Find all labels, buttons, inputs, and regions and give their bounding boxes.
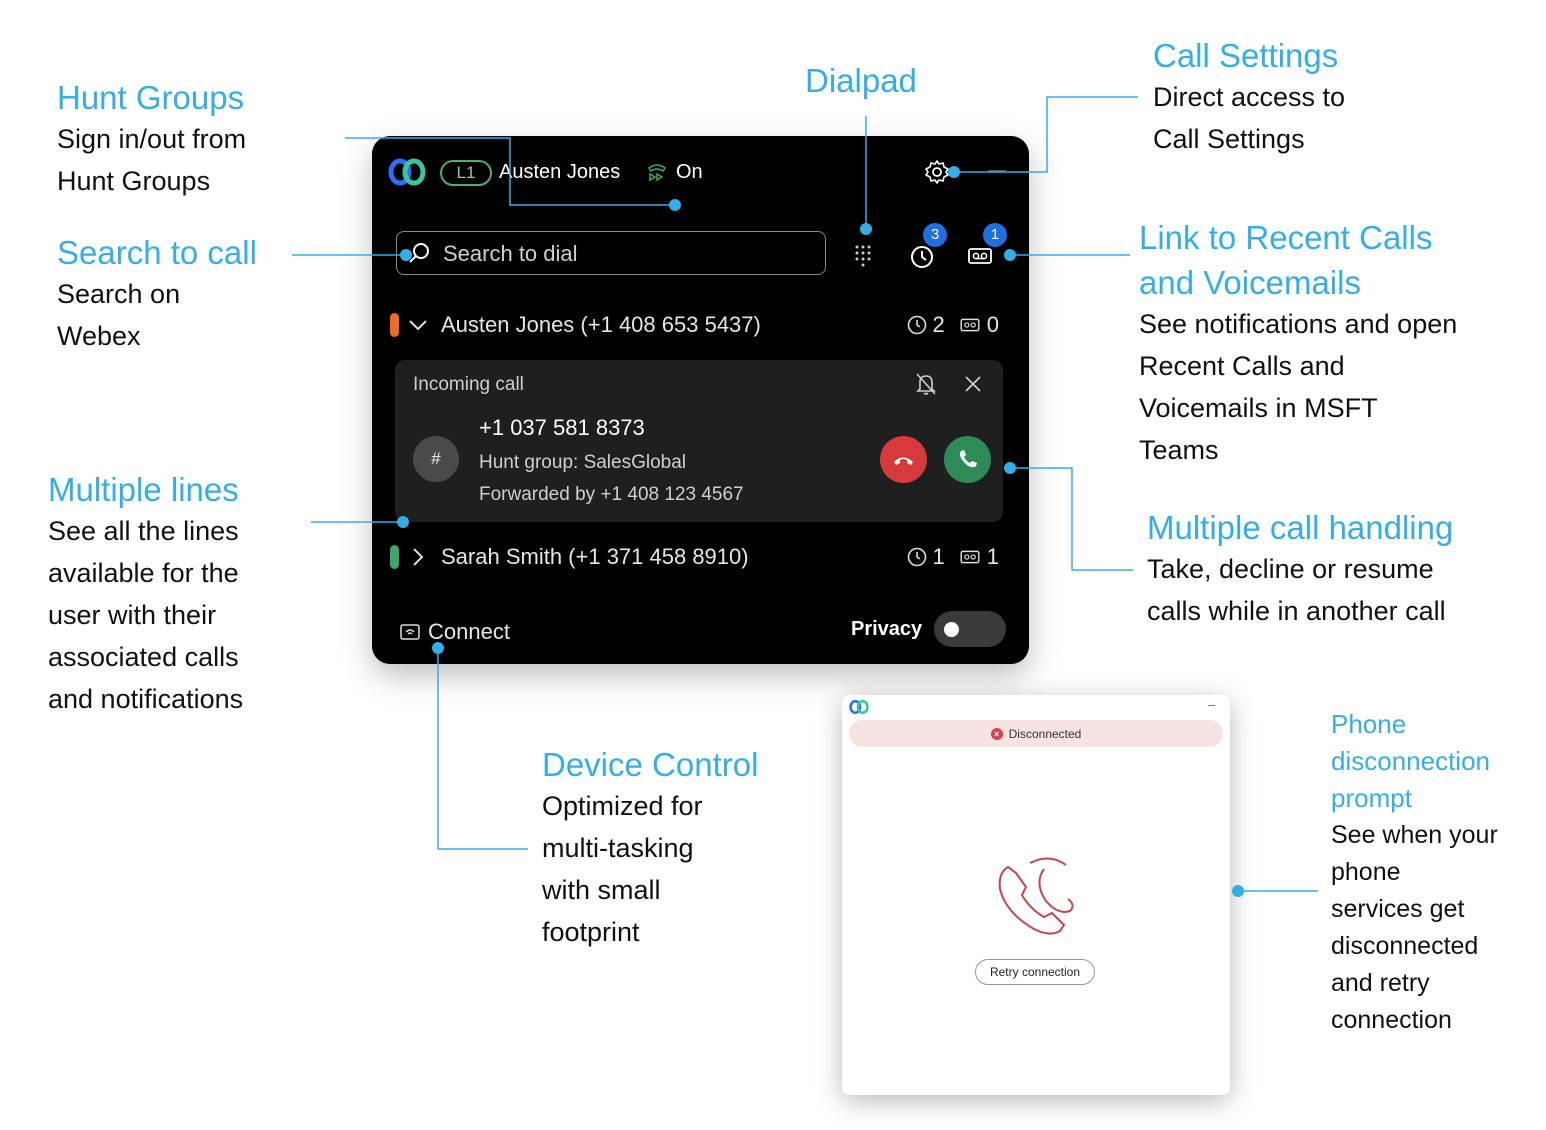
recent-calls-clock-icon[interactable]: [909, 244, 935, 270]
connect-label: Connect: [428, 619, 510, 644]
settings-gear-icon[interactable]: [923, 158, 951, 186]
user-name: Austen Jones: [499, 161, 621, 183]
incoming-call-title: Incoming call: [413, 374, 524, 395]
clock-icon: [907, 315, 926, 335]
chevron-right-icon: [413, 548, 424, 566]
line-row-sarah-smith[interactable]: Sarah Smith (+1 371 458 8910) 1 1: [388, 541, 1013, 575]
annotation-title: Phone disconnection prompt: [1331, 709, 1490, 813]
disconnected-phone-icon: [998, 857, 1074, 935]
webex-logo-icon: [388, 158, 426, 186]
annotation-body: Search on Webex: [57, 279, 181, 351]
search-box[interactable]: [396, 231, 826, 275]
line-color-bar: [390, 545, 399, 569]
webex-logo-icon: [849, 699, 869, 715]
privacy-toggle[interactable]: [934, 611, 1006, 647]
hunt-groups-annotation: Hunt Groups Sign in/out from Hunt Groups: [57, 78, 246, 202]
recent-calls-annotation: Link to Recent Calls and Voicemails See …: [1139, 213, 1457, 471]
line-calls-count: 1: [932, 544, 945, 569]
chevron-down-icon: [409, 320, 427, 331]
clock-icon: [907, 547, 926, 567]
caller-forwarded-by: Forwarded by +1 408 123 4567: [479, 484, 744, 505]
annotation-title-line-2: and Voicemails: [1139, 264, 1361, 301]
calling-widget: L1 Austen Jones On 3 1: [372, 136, 1029, 664]
minimize-button[interactable]: [988, 170, 1006, 172]
mute-ringer-icon[interactable]: [915, 372, 937, 396]
caller-hunt-group: Hunt group: SalesGlobal: [479, 452, 687, 473]
hang-up-icon: [894, 457, 913, 465]
annotation-title: Multiple lines: [48, 471, 239, 508]
caller-number: +1 037 581 8373: [479, 415, 645, 440]
line-badge: L1: [440, 160, 492, 186]
answer-call-button[interactable]: [944, 436, 991, 483]
search-icon: [409, 243, 429, 263]
hunt-group-icon[interactable]: [646, 160, 668, 182]
line-row-austen-jones[interactable]: Austen Jones (+1 408 653 5437) 2 0: [388, 309, 1013, 343]
decline-call-button[interactable]: [880, 436, 927, 483]
disconnected-banner: × Disconnected: [849, 720, 1223, 747]
minimize-button[interactable]: [1208, 705, 1215, 707]
annotation-title: Multiple call handling: [1147, 509, 1454, 546]
search-input[interactable]: [441, 238, 815, 270]
line-voicemail-count: 0: [986, 312, 999, 337]
phone-disconnection-annotation: Phone disconnection prompt See when your…: [1331, 706, 1498, 1039]
voicemail-badge: 1: [983, 223, 1007, 247]
annotation-title: Hunt Groups: [57, 79, 245, 116]
toggle-knob: [944, 622, 959, 637]
annotation-title: Dialpad: [805, 62, 917, 99]
annotation-body: See all the lines available for the user…: [48, 516, 244, 714]
connect-button[interactable]: Connect: [400, 618, 510, 646]
disconnected-label: Disconnected: [1008, 726, 1082, 741]
dialpad-icon[interactable]: [854, 244, 872, 268]
multiple-call-handling-annotation: Multiple call handling Take, decline or …: [1147, 508, 1453, 632]
annotation-title: Device Control: [542, 746, 759, 783]
line-voicemail-count: 1: [986, 544, 999, 569]
line-stats: 1 1: [907, 544, 999, 570]
voicemail-icon[interactable]: [968, 246, 992, 266]
voicemail-icon: [960, 318, 980, 332]
annotation-body: See when your phone services get disconn…: [1331, 821, 1498, 1034]
hunt-group-status[interactable]: On: [676, 161, 703, 184]
annotation-body: Optimized for multi-tasking with small f…: [542, 791, 703, 947]
device-control-annotation: Device Control Optimized for multi-taski…: [542, 745, 758, 953]
dialpad-annotation: Dialpad: [805, 61, 917, 101]
multiple-lines-annotation: Multiple lines See all the lines availab…: [48, 470, 243, 720]
annotation-title: Link to Recent Calls: [1139, 219, 1433, 256]
annotation-title: Search to call: [57, 234, 257, 271]
call-settings-annotation: Call Settings Direct access to Call Sett…: [1153, 36, 1345, 160]
retry-connection-button[interactable]: Retry connection: [975, 959, 1095, 985]
line-calls-count: 2: [932, 312, 945, 337]
line-color-bar: [390, 313, 399, 337]
annotation-body: Direct access to Call Settings: [1153, 82, 1346, 154]
annotation-title: Call Settings: [1153, 37, 1339, 74]
annotation-body: See notifications and open Recent Calls …: [1139, 309, 1458, 465]
line-stats: 2 0: [907, 312, 999, 338]
line-label: Austen Jones (+1 408 653 5437): [441, 312, 761, 337]
disconnected-window: × Disconnected Retry connection: [842, 695, 1230, 1095]
incoming-call-card: Incoming call # +1 037 581 8373 Hunt gro…: [395, 360, 1003, 522]
voicemail-icon: [960, 550, 980, 564]
annotation-body: Sign in/out from Hunt Groups: [57, 124, 247, 196]
recent-calls-badge: 3: [923, 223, 947, 247]
close-icon[interactable]: [963, 374, 983, 394]
caller-avatar: #: [413, 436, 459, 482]
error-icon: ×: [990, 727, 1003, 740]
device-connect-icon: [400, 624, 420, 640]
line-label: Sarah Smith (+1 371 458 8910): [441, 544, 749, 569]
search-to-call-annotation: Search to call Search on Webex: [57, 233, 257, 357]
privacy-label: Privacy: [851, 618, 923, 640]
phone-icon: [960, 450, 977, 468]
annotation-body: Take, decline or resume calls while in a…: [1147, 554, 1446, 626]
